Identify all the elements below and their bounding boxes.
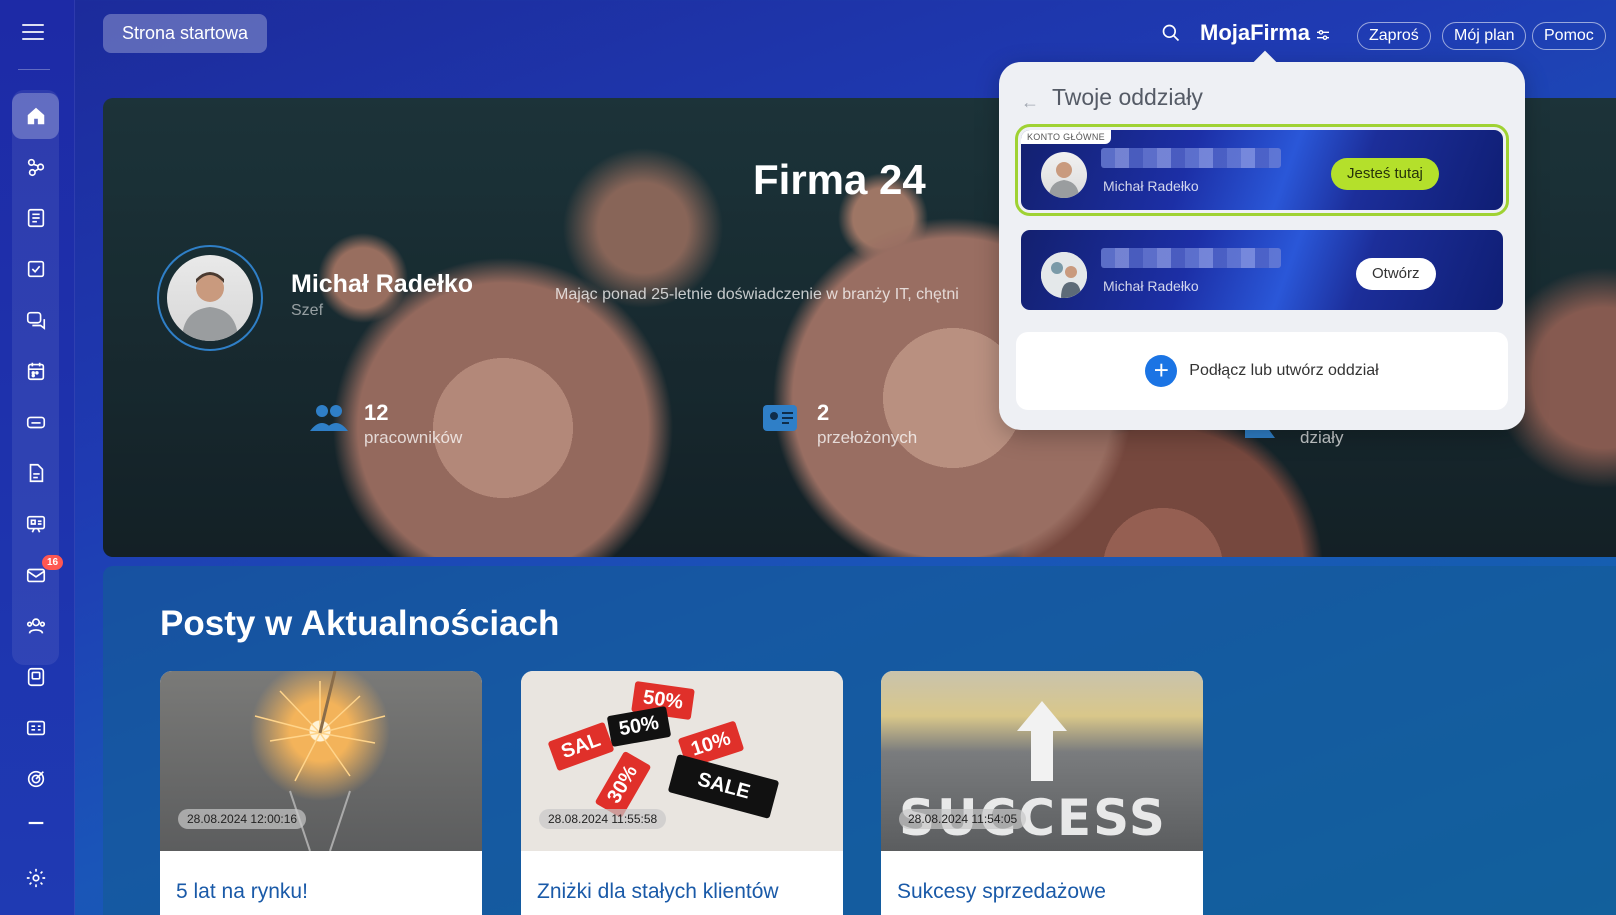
- stat-value: 2: [817, 400, 830, 425]
- post-card[interactable]: 28.08.2024 12:00:16 5 lat na rynku!: [160, 671, 482, 915]
- post-date: 28.08.2024 11:54:05: [899, 809, 1027, 829]
- connect-branch-label: Podłącz lub utwórz oddział: [1189, 362, 1379, 379]
- stat-value: 12: [364, 400, 389, 425]
- more-icon: [28, 821, 43, 825]
- sale-tag: SALE: [667, 754, 780, 819]
- sidebar-item-crm[interactable]: [12, 705, 59, 751]
- post-card[interactable]: 50% 50% 10% 30% SALE SAL 28.08.2024 11:5…: [521, 671, 843, 915]
- company-name[interactable]: MojaFirma: [1200, 20, 1310, 46]
- profile-avatar[interactable]: [157, 245, 263, 351]
- search-icon[interactable]: [1161, 23, 1181, 43]
- sidebar-item-sites[interactable]: [12, 654, 59, 700]
- sidebar-item-sales[interactable]: [12, 144, 59, 190]
- plus-icon: +: [1145, 355, 1178, 387]
- post-date: 28.08.2024 12:00:16: [178, 809, 307, 829]
- person-name[interactable]: Michał Radełko: [291, 270, 473, 299]
- news-title: Posty w Aktualnościach: [160, 604, 560, 643]
- stat-label: działy: [1300, 428, 1344, 447]
- sidebar-item-tasks[interactable]: [12, 246, 59, 292]
- chat-icon: [26, 311, 45, 330]
- post-title[interactable]: 5 lat na rynku!: [176, 880, 308, 904]
- sidebar-item-mail[interactable]: 16: [12, 552, 64, 598]
- tasks-icon: [27, 260, 44, 278]
- feed-icon: [27, 208, 44, 228]
- stat-label: przełożonych: [817, 428, 918, 447]
- settings-icon: [26, 868, 45, 888]
- calendar-icon: [27, 362, 44, 381]
- employees-icon: [310, 405, 348, 431]
- blurred-branch-name: [1101, 148, 1281, 168]
- dropdown-title: Twoje oddziały: [1052, 84, 1203, 110]
- open-branch-button[interactable]: Otwórz: [1356, 258, 1436, 290]
- avatar: [167, 255, 253, 341]
- back-arrow-icon[interactable]: ←: [1021, 92, 1039, 113]
- supervisors-icon: [763, 405, 797, 431]
- home-button[interactable]: Strona startowa: [103, 14, 268, 53]
- drive-icon: [26, 416, 45, 429]
- hero-title: Firma 24: [753, 156, 926, 203]
- branch-owner: Michał Radełko: [1103, 278, 1199, 294]
- sliders-icon[interactable]: [1315, 27, 1331, 43]
- sidebar-item-settings[interactable]: [12, 855, 59, 901]
- sidebar-item-target[interactable]: [12, 756, 59, 802]
- avatar: [1041, 252, 1087, 298]
- sales-icon: [27, 158, 44, 177]
- branch-owner: Michał Radełko: [1103, 178, 1199, 194]
- left-sidebar: 16: [0, 0, 75, 915]
- docs-icon: [29, 463, 43, 483]
- branch-card-main[interactable]: KONTO GŁÓWNE Michał Radełko Jesteś tutaj: [1015, 124, 1509, 216]
- sidebar-item-home[interactable]: [12, 93, 59, 139]
- target-icon: [27, 770, 44, 788]
- sale-tag: 50%: [606, 706, 672, 747]
- site-icon: [26, 515, 45, 533]
- sidebar-item-chat[interactable]: [12, 297, 59, 343]
- avatar: [1041, 152, 1087, 198]
- help-button[interactable]: Pomoc: [1532, 22, 1606, 50]
- mail-badge: 16: [42, 555, 64, 570]
- blurred-branch-name: [1101, 248, 1281, 268]
- stat-supervisors[interactable]: 2 przełożonych: [817, 400, 917, 448]
- sidebar-item-more[interactable]: [12, 800, 59, 846]
- sidebar-item-docs[interactable]: [12, 450, 59, 496]
- sidebar-item-drive[interactable]: [12, 399, 59, 445]
- my-plan-button[interactable]: Mój plan: [1442, 22, 1527, 50]
- branch-card[interactable]: Michał Radełko Otwórz: [1021, 230, 1503, 310]
- person-role: Szef: [291, 302, 324, 319]
- news-section: Posty w Aktualnościach 28.08.2024 12:00:…: [103, 566, 1616, 915]
- company-description: Mając ponad 25-letnie doświadczenie w br…: [555, 286, 959, 303]
- sidebar-item-calendar[interactable]: [12, 348, 59, 394]
- sidebar-divider: [18, 69, 50, 70]
- crm-icon: [26, 720, 45, 736]
- branches-dropdown: ← Twoje oddziały KONTO GŁÓWNE Michał Rad…: [999, 62, 1525, 430]
- connect-branch-button[interactable]: + Podłącz lub utwórz oddział: [1016, 332, 1508, 410]
- you-are-here-button[interactable]: Jesteś tutaj: [1331, 158, 1439, 190]
- stat-employees[interactable]: 12 pracowników: [364, 400, 462, 448]
- menu-icon[interactable]: [22, 24, 44, 40]
- sale-tag: SAL: [547, 721, 615, 772]
- sidebar-item-feed[interactable]: [12, 195, 59, 241]
- sidebar-item-team[interactable]: [12, 603, 59, 649]
- sites-icon: [27, 667, 44, 687]
- post-title[interactable]: Sukcesy sprzedażowe: [897, 880, 1106, 904]
- post-title[interactable]: Zniżki dla stałych klientów: [537, 880, 779, 904]
- home-icon: [27, 107, 44, 125]
- invite-button[interactable]: Zaproś: [1357, 22, 1431, 50]
- stat-label: pracowników: [364, 428, 463, 447]
- top-bar: Strona startowa MojaFirma Zaproś Mój pla…: [75, 0, 1616, 70]
- post-card[interactable]: SUCCESS 28.08.2024 11:54:05 Sukcesy sprz…: [881, 671, 1203, 915]
- post-date: 28.08.2024 11:55:58: [539, 809, 667, 829]
- sidebar-item-site[interactable]: [12, 501, 59, 547]
- team-icon: [26, 618, 45, 634]
- main-account-label: KONTO GŁÓWNE: [1021, 130, 1111, 144]
